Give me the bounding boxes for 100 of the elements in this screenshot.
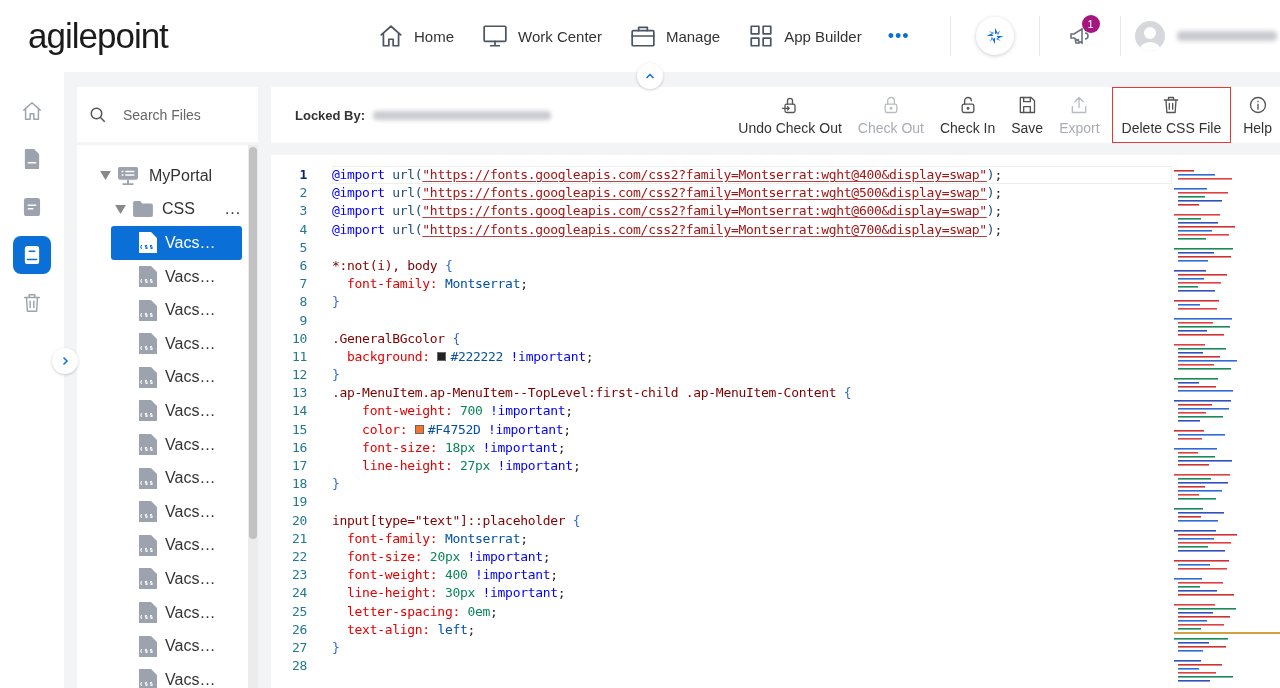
nav-item[interactable]: App Builder: [748, 23, 862, 49]
collapse-button[interactable]: [637, 63, 663, 89]
code-text: }: [332, 293, 340, 312]
line-number: 11: [290, 347, 307, 366]
toolbar-button[interactable]: Check In: [931, 87, 1004, 143]
scrollbar-thumb[interactable]: [249, 147, 257, 539]
code-text: @import url("https://fonts.googleapis.com/css2?family=Montserrat:wght@700&display=swap");: [332, 220, 1002, 239]
tree-item[interactable]: Vacs…: [111, 629, 242, 663]
css-file-icon: [139, 232, 157, 254]
code-text: @import url("https://fonts.googleapis.com/css2?family=Montserrat:wght@400&display=swap");: [332, 166, 1002, 184]
pinwheel-button[interactable]: [975, 17, 1014, 55]
toolbar-button[interactable]: Delete CSS File: [1111, 87, 1232, 143]
code-text: @import url("https://fonts.googleapis.com/css2?family=Montserrat:wght@500&display=swap");: [332, 184, 1002, 203]
tree-item[interactable]: Vacs…: [111, 226, 242, 260]
grid-icon: [748, 23, 775, 49]
line-number: 25: [290, 602, 307, 621]
tree-item[interactable]: Vacs…: [111, 461, 242, 495]
tree-item[interactable]: Vacs…: [111, 494, 242, 529]
avatar-icon[interactable]: [1134, 21, 1165, 51]
tree-item[interactable]: Vacs…: [111, 562, 242, 596]
rail-item[interactable]: [13, 236, 51, 274]
nav-item[interactable]: Work Center: [482, 23, 602, 49]
code-text: .GeneralBGcolor {: [332, 329, 460, 348]
home-icon: [378, 23, 404, 49]
code-text: color:: [361, 420, 409, 439]
code-text: #222222 !important;: [450, 347, 594, 366]
notification-badge: 1: [1081, 15, 1100, 33]
code-text: text-align: left;: [346, 620, 476, 639]
line-number: 4: [298, 220, 307, 239]
toolbar-button[interactable]: Save: [1003, 87, 1052, 143]
trash-icon: [21, 292, 43, 314]
code-text: font-weight: 700 !important;: [361, 402, 573, 421]
css-file-icon: [139, 299, 157, 321]
tree-item[interactable]: Vacs…: [111, 394, 242, 428]
more-button[interactable]: •••: [887, 25, 910, 47]
expand-button[interactable]: [52, 348, 78, 374]
caret-down-icon[interactable]: [99, 171, 111, 181]
line-number: 3: [298, 202, 307, 221]
toolbar-button[interactable]: Help: [1235, 87, 1280, 143]
code-text: }: [332, 638, 340, 657]
css-file-icon: [139, 602, 157, 623]
css-file-icon: [139, 333, 157, 355]
tree-item[interactable]: Vacs…: [111, 326, 242, 361]
folder-icon: [132, 200, 154, 219]
search-icon: [89, 105, 107, 124]
toolbar-button[interactable]: Undo Check Out: [730, 87, 850, 143]
line-number: 16: [290, 438, 307, 457]
code-text: line-height: 30px !important;: [346, 584, 566, 603]
code-text: font-family: Montserrat;: [346, 529, 528, 548]
locked-by-label: Locked By:: [295, 107, 366, 123]
tree-item[interactable]: CSS: [162, 200, 195, 219]
tree-item[interactable]: Vacs…: [111, 427, 242, 462]
home-icon: [21, 100, 43, 122]
code-text: @import url("https://fonts.googleapis.com/css2?family=Montserrat:wght@600&display=swap");: [332, 202, 1002, 221]
info-icon: [1247, 94, 1268, 115]
nav-item[interactable]: Home: [378, 23, 454, 49]
line-number: 20: [290, 511, 307, 530]
code-text: font-weight: 400 !important;: [346, 566, 558, 585]
line-number: 18: [290, 475, 307, 494]
line-number: 8: [298, 293, 307, 312]
tree-item[interactable]: Vacs…: [111, 528, 242, 563]
line-number: 24: [290, 584, 307, 603]
line-number: 2: [298, 184, 307, 203]
line-number: 7: [298, 275, 307, 294]
tree-item[interactable]: Vacs…: [111, 595, 242, 630]
code-text: input[type="text"]::placeholder {: [332, 511, 581, 530]
css-file-icon: [139, 501, 157, 523]
line-number: 6: [298, 256, 307, 275]
app-logo: agilepoint: [28, 16, 170, 56]
code-text: }: [332, 475, 340, 494]
save-icon: [1017, 94, 1038, 115]
line-number: 17: [290, 457, 307, 475]
code-text: font-size: 18px !important;: [361, 438, 566, 457]
tree-item[interactable]: Vacs…: [111, 360, 242, 395]
css-file-icon: [139, 635, 157, 657]
code-text: font-size: 20px !important;: [346, 547, 551, 566]
line-number: 26: [290, 620, 307, 639]
form-icon: [21, 196, 43, 218]
css-file-icon: [139, 266, 157, 288]
code-text: font-family: Montserrat;: [346, 275, 528, 294]
line-number: 9: [298, 311, 307, 330]
nav-item[interactable]: Manage: [629, 23, 721, 49]
tree-item[interactable]: Vacs…: [111, 662, 242, 688]
line-number: 23: [290, 566, 307, 585]
color-swatch-icon[interactable]: [437, 351, 447, 361]
more-button[interactable]: ...: [224, 200, 242, 219]
color-swatch-icon[interactable]: [414, 424, 424, 434]
code-text: letter-spacing: 0em;: [346, 602, 498, 621]
briefcase-icon: [629, 23, 656, 49]
css-file-icon: [139, 366, 157, 388]
caret-down-icon[interactable]: [114, 204, 126, 214]
monitor-icon: [482, 23, 508, 49]
tree-item[interactable]: MyPortal: [149, 166, 213, 185]
line-number: 15: [290, 420, 307, 439]
line-number: 12: [290, 366, 307, 385]
line-number: 27: [290, 638, 307, 657]
tree-item[interactable]: Vacs…: [111, 293, 242, 327]
line-number: 13: [290, 384, 307, 403]
tree-item[interactable]: Vacs…: [111, 259, 242, 294]
line-number: 10: [290, 329, 307, 348]
